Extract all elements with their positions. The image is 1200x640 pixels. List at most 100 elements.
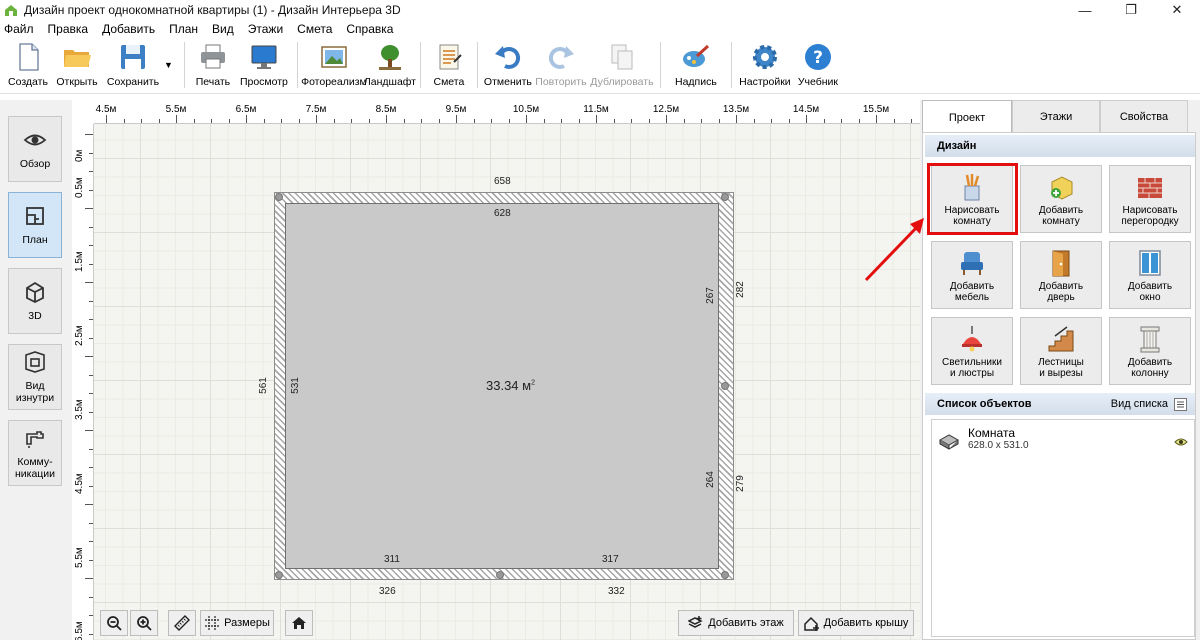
menu-add[interactable]: Добавить [102, 22, 155, 36]
ruler-tick [386, 115, 387, 123]
redo-button[interactable]: Повторить [533, 38, 589, 92]
wall-node[interactable] [721, 571, 729, 579]
tab-floors[interactable]: Этажи [1012, 100, 1100, 132]
add-floor-button[interactable]: Добавить этаж [678, 610, 794, 636]
create-button[interactable]: Создать [6, 38, 50, 92]
inside-view-button[interactable]: Вид изнутри [8, 344, 62, 410]
open-button[interactable]: Открыть [50, 38, 104, 92]
ruler-tick [841, 119, 842, 123]
title-bar: Дизайн проект однокомнатной квартиры (1)… [0, 0, 1200, 20]
ruler-tick [85, 134, 93, 135]
ruler-tick [788, 119, 790, 123]
menu-floors[interactable]: Этажи [248, 22, 283, 36]
ruler-tick [85, 356, 93, 357]
undo-arrow-icon [494, 46, 520, 69]
ruler-tick [141, 119, 142, 123]
maximize-button[interactable]: ❐ [1108, 0, 1154, 20]
undo-button[interactable]: Отменить [483, 38, 533, 92]
object-list-item[interactable]: Комната 628.0 x 531.0 [936, 426, 1192, 456]
wall-node[interactable] [721, 382, 729, 390]
add-door-tile[interactable]: Добавить дверь [1020, 241, 1102, 309]
wall-node[interactable] [275, 571, 283, 579]
duplicate-button[interactable]: Дублировать [589, 38, 655, 92]
add-column-tile[interactable]: Добавить колонну [1109, 317, 1191, 385]
visibility-eye-icon[interactable] [1174, 436, 1188, 448]
estimate-button[interactable]: Смета [426, 38, 472, 92]
stairs-tile[interactable]: Лестницы и вырезы [1020, 317, 1102, 385]
add-room-tile[interactable]: Добавить комнату [1020, 165, 1102, 233]
wall-node[interactable] [275, 193, 283, 201]
ruler-tick [718, 119, 720, 123]
wall-node[interactable] [721, 193, 729, 201]
draw-partition-tile[interactable]: Нарисовать перегородку [1109, 165, 1191, 233]
duplicate-icon [611, 44, 633, 70]
dimension-outer-right-top: 282 [734, 281, 746, 298]
settings-button[interactable]: Настройки [737, 38, 793, 92]
home-view-button[interactable] [285, 610, 313, 636]
add-furniture-tile[interactable]: Добавить мебель [931, 241, 1013, 309]
window-title: Дизайн проект однокомнатной квартиры (1)… [24, 3, 401, 17]
ruler-tick [89, 374, 93, 376]
menu-plan[interactable]: План [169, 22, 198, 36]
ruler-tick [333, 119, 335, 123]
tab-properties[interactable]: Свойства [1100, 100, 1188, 132]
save-button[interactable]: Сохранить [104, 38, 162, 92]
menu-file[interactable]: Файл [4, 22, 34, 36]
print-button[interactable]: Печать [190, 38, 236, 92]
wall-node[interactable] [496, 571, 504, 579]
ruler-tick [85, 578, 93, 579]
menu-edit[interactable]: Правка [48, 22, 89, 36]
ruler-tick [228, 119, 230, 123]
plan-button[interactable]: План [8, 192, 62, 258]
armchair-icon [961, 252, 983, 275]
ruler-tick [648, 119, 650, 123]
room-area-label: 33.34 м2 [486, 378, 535, 393]
ruler-label: 11.5м [583, 104, 609, 115]
add-roof-button[interactable]: Добавить крышу [798, 610, 914, 636]
ruler-tick [89, 559, 93, 561]
lighting-tile[interactable]: Светильники и люстры [931, 317, 1013, 385]
menu-help[interactable]: Справка [346, 22, 393, 36]
dimension-outer-bottom-left: 326 [379, 586, 396, 597]
printer-icon [200, 44, 225, 69]
tutorial-button[interactable]: ? Учебник [793, 38, 843, 92]
floor-plan-icon [26, 207, 44, 225]
menu-bar: Файл Правка Добавить План Вид Этажи Смет… [0, 20, 1200, 38]
zoom-in-button[interactable] [130, 610, 158, 636]
communications-button[interactable]: Комму- никации [8, 420, 62, 486]
photorealism-button[interactable]: Фотореализм [301, 38, 367, 92]
ruler-tick [736, 115, 737, 123]
ruler-tool-button[interactable] [168, 610, 196, 636]
ruler-label: 15.5м [862, 104, 890, 115]
minimize-button[interactable]: — [1062, 0, 1108, 20]
overview-button[interactable]: Обзор [8, 116, 62, 182]
preview-button[interactable]: Просмотр [236, 38, 292, 92]
ruler-tick [89, 541, 93, 542]
ruler-tick [176, 115, 177, 123]
ruler-tick [85, 430, 93, 431]
list-view-toggle[interactable]: Вид списка [1111, 397, 1187, 411]
zoom-out-button[interactable] [100, 610, 128, 636]
faucet-icon [26, 431, 44, 448]
ruler-label: 14.5м [792, 104, 820, 115]
caption-button[interactable]: Надпись [666, 38, 726, 92]
close-button[interactable]: ✕ [1154, 0, 1200, 20]
menu-view[interactable]: Вид [212, 22, 234, 36]
view-3d-button[interactable]: 3D [8, 268, 62, 334]
ruler-tick [89, 485, 93, 487]
ruler-tick [893, 119, 895, 123]
menu-estimate[interactable]: Смета [297, 22, 332, 36]
panel-tabs: Проект Этажи Свойства [922, 100, 1196, 134]
ruler-tick [89, 263, 93, 265]
tab-project[interactable]: Проект [922, 100, 1012, 134]
ruler-tick [578, 119, 580, 123]
zoom-in-icon [137, 616, 152, 631]
ruler-label: 5.5м [74, 547, 85, 568]
save-dropdown-arrow[interactable]: ▼ [164, 60, 173, 70]
add-window-tile[interactable]: Добавить окно [1109, 241, 1191, 309]
list-view-icon [1174, 397, 1187, 411]
landscape-button[interactable]: Ландшафт [364, 38, 416, 92]
dimensions-toggle-button[interactable]: Размеры [200, 610, 274, 636]
dimension-inner-right-top: 267 [704, 287, 716, 304]
ruler-label: 1.5м [74, 251, 85, 272]
